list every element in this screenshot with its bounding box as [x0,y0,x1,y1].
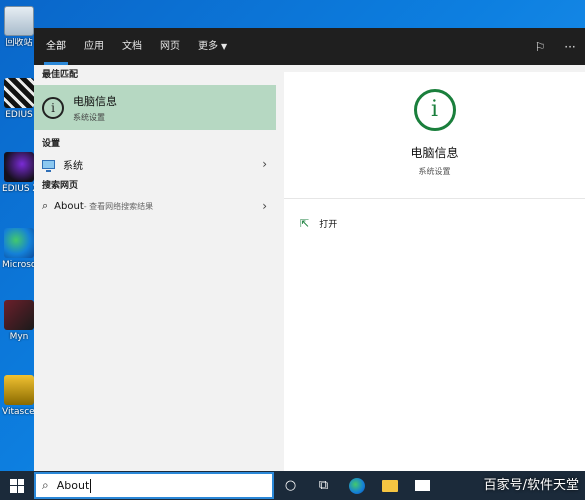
desktop-icon-app[interactable]: Myn [2,300,36,342]
open-action-label: 打开 [319,219,338,230]
tab-more[interactable]: 更多 ▼ [198,28,227,65]
topbar-actions: ⚐ ··· [525,40,585,54]
chevron-down-icon: ▼ [221,42,228,51]
edge-icon [348,477,365,494]
text-cursor [90,478,92,493]
best-match-subtitle: 系统设置 [73,112,105,122]
task-view-icon: ⧉ [318,478,329,493]
desktop-icons: 回收站 EDIUS EDIUS X Setup Microsoft Edge M… [0,0,36,470]
search-icon: ⌕ [42,478,49,492]
circle-icon: ○ [284,478,297,493]
cortana-button[interactable]: ○ [274,471,307,500]
edge-icon [4,228,34,258]
web-search-hint: - 查看网络搜索结果 [83,201,154,211]
tab-label: 全部 [46,41,66,52]
edius-icon [4,78,34,108]
desktop-icon-label: Myn [9,332,29,342]
search-tabs-bar: 全部 应用 文档 网页 更多 ▼ ⚐ ··· [34,28,585,65]
detail-title: 电脑信息 [410,146,459,160]
windows-icon [10,478,24,493]
web-search-item[interactable]: ⌕ About - 查看网络搜索结果 › [34,194,277,218]
web-search-label: About [54,200,84,212]
watermark: 百家号/软件天堂 [483,478,579,493]
taskbar-search-input[interactable]: ⌕ About [34,472,274,499]
tab-web[interactable]: 网页 [160,28,180,65]
search-value: About [56,479,90,492]
desktop-icon-edge[interactable]: Microsoft Edge [2,228,36,270]
best-match-item[interactable]: i 电脑信息 系统设置 [34,85,276,130]
desktop-icon-edius-setup[interactable]: EDIUS X Setup [2,152,36,194]
open-action[interactable]: ⇱ 打开 [284,213,585,233]
chevron-right-icon[interactable]: › [262,157,267,171]
detail-subtitle: 系统设置 [418,167,451,176]
results-list: 最佳匹配 i 电脑信息 系统设置 设置 系统 › 搜索网页 ⌕ About - … [34,65,277,471]
taskbar-edge[interactable] [340,471,373,500]
section-header-settings: 设置 [42,139,61,149]
edius-setup-icon [4,152,34,182]
info-icon: i [413,89,456,131]
search-panel: 全部 应用 文档 网页 更多 ▼ ⚐ ··· 最佳匹配 i 电脑信息 系统设置 设… [34,28,585,471]
tab-label: 应用 [84,41,104,52]
settings-item-label: 系统 [63,160,83,172]
desktop-icon-vitascene[interactable]: Vitasce 4.0 [2,375,36,417]
tab-label: 更多 [198,41,218,52]
search-icon: ⌕ [42,199,49,212]
taskbar-mail[interactable] [406,471,439,500]
chevron-right-icon[interactable]: › [262,199,267,213]
taskbar-file-explorer[interactable] [373,471,406,500]
open-icon: ⇱ [300,216,310,230]
desktop-icon-edius[interactable]: EDIUS [2,78,36,120]
more-options-icon[interactable]: ··· [555,40,585,54]
section-header-best-match: 最佳匹配 [42,70,79,80]
tab-label: 文档 [122,41,142,52]
recycle-bin-icon [4,6,34,36]
feedback-icon[interactable]: ⚐ [525,40,555,54]
monitor-icon [42,159,55,172]
detail-header: i 电脑信息 系统设置 [284,72,585,199]
mail-icon [415,480,430,491]
app-icon [4,300,34,330]
task-view-button[interactable]: ⧉ [307,471,340,500]
desktop-icon-label: EDIUS [5,110,33,120]
tab-label: 网页 [160,41,180,52]
tab-documents[interactable]: 文档 [122,28,142,65]
info-icon: i [42,96,64,119]
detail-pane: i 电脑信息 系统设置 ⇱ 打开 [284,72,585,471]
section-header-web: 搜索网页 [42,181,79,191]
folder-icon [381,479,398,492]
desktop-icon-label: EDIUS X Setup [2,184,36,194]
tab-apps[interactable]: 应用 [84,28,104,65]
desktop-icon-recycle-bin[interactable]: 回收站 [2,6,36,48]
start-button[interactable] [0,471,34,500]
tab-all[interactable]: 全部 [44,28,68,65]
desktop-icon-label: Microsoft Edge [2,260,36,270]
desktop-icon-label: Vitasce 4.0 [2,407,36,417]
settings-item-system[interactable]: 系统 › [34,152,277,176]
desktop-icon-label: 回收站 [5,38,33,48]
vitascene-icon [4,375,34,405]
best-match-title: 电脑信息 [73,94,117,108]
